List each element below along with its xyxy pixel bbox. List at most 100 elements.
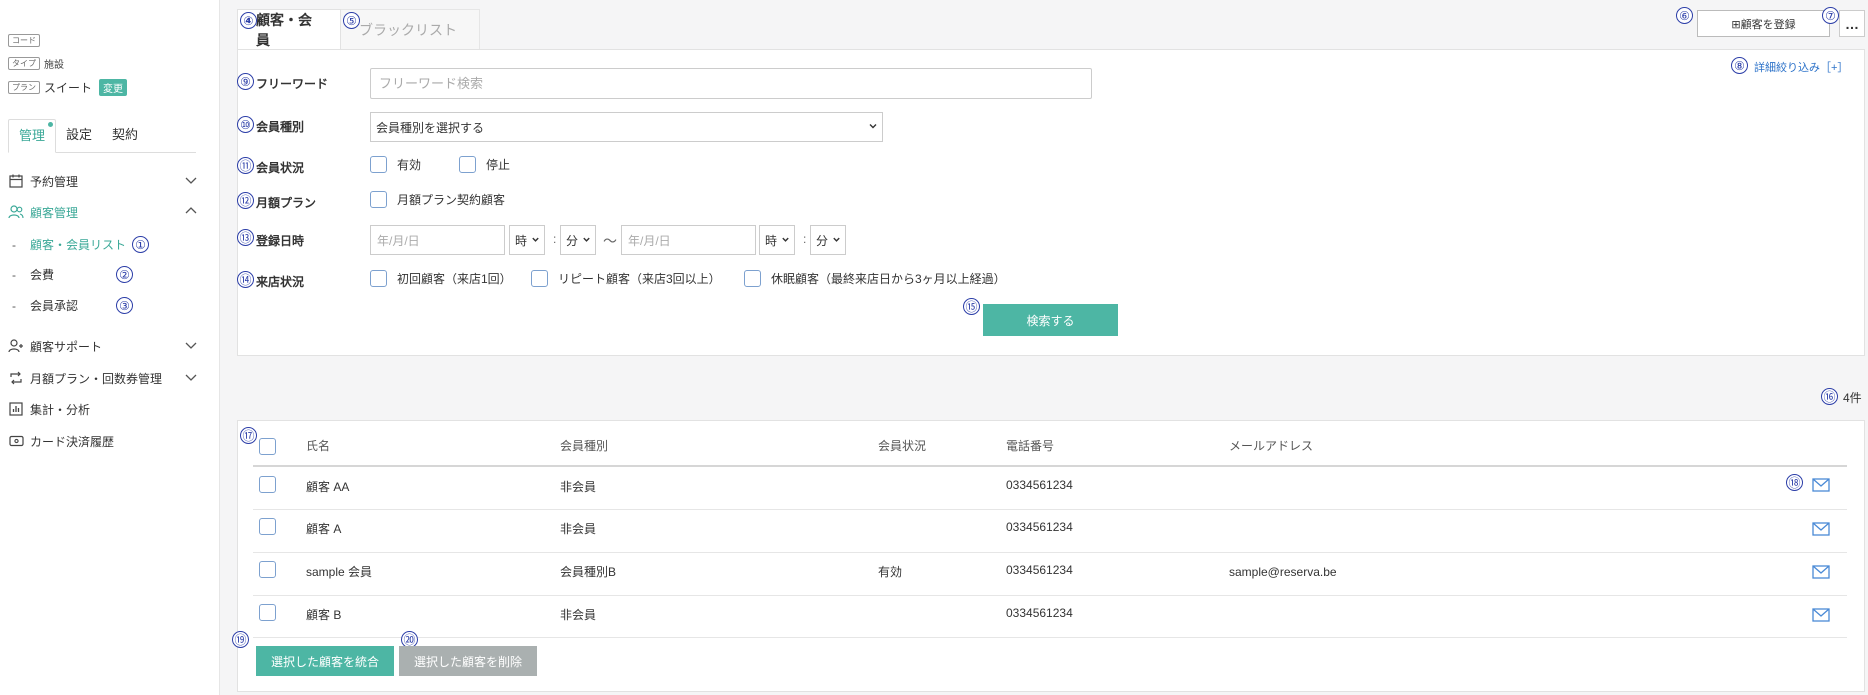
visit-repeat-option[interactable]: リピート顧客（来店3回以上） (531, 270, 721, 287)
plan-value: スイート (44, 81, 93, 95)
type-value: 施設 (44, 60, 64, 71)
marker-badge: ⑬ (237, 229, 254, 246)
row-name[interactable]: 顧客 A (306, 520, 341, 537)
mail-icon[interactable] (1812, 565, 1830, 582)
sidebar-item-label: 予約管理 (30, 174, 79, 189)
sidebar-tab-settings[interactable]: 設定 (56, 119, 102, 153)
row-phone: 0334561234 (1006, 478, 1073, 492)
marker-badge: ① (132, 236, 150, 253)
sidebar-item-card[interactable]: カード決済履歴 (8, 429, 198, 453)
minute-from-select[interactable]: 分 (560, 225, 596, 255)
sidebar-item-monthly[interactable]: 月額プラン・回数券管理 (8, 366, 198, 390)
date-to-input[interactable]: 年/月/日 (621, 225, 756, 255)
delete-selected-button[interactable]: 選択した顧客を削除 (399, 646, 537, 676)
option-label: 初回顧客（来店1回） (397, 272, 512, 286)
sidebar-item-stats[interactable]: 集計・分析 (8, 397, 198, 421)
minute-label: 分 (816, 233, 829, 248)
chevron-up-icon (184, 204, 198, 221)
more-menu-button[interactable]: … (1839, 10, 1865, 37)
sidebar-item-customer[interactable]: 顧客管理 (8, 200, 198, 224)
chevron-down-icon (832, 233, 841, 247)
type-row: タイプ 施設 (8, 56, 64, 71)
sidebar-subitem-approval[interactable]: - 会員承認 ③ (12, 297, 134, 314)
visit-repeat-checkbox[interactable] (531, 270, 548, 287)
member-type-select[interactable]: 会員種別を選択する (370, 112, 883, 142)
tab-label: ブラックリスト (359, 22, 457, 38)
sidebar-tab-manage[interactable]: 管理 (8, 119, 57, 153)
freeword-label: フリーワード (256, 77, 329, 91)
marker-badge: ⑧ (1731, 57, 1748, 74)
visit-dormant-checkbox[interactable] (744, 270, 761, 287)
mail-icon[interactable] (1812, 608, 1830, 625)
monthly-plan-checkbox[interactable] (370, 191, 387, 208)
marker-badge: ② (116, 266, 134, 283)
sidebar-subitem-fees[interactable]: - 会費 ② (12, 266, 134, 283)
mail-icon[interactable] (1812, 522, 1830, 539)
row-checkbox[interactable] (259, 476, 276, 493)
sidebar-tab-contract[interactable]: 契約 (102, 119, 148, 153)
code-row: コード (8, 34, 40, 47)
option-label: 有効 (397, 158, 422, 172)
sidebar-item-reservation[interactable]: 予約管理 (8, 169, 198, 193)
column-header-name: 氏名 (306, 439, 331, 453)
freeword-input[interactable] (370, 68, 1092, 99)
table-header-divider (253, 465, 1847, 467)
column-header-email: メールアドレス (1229, 439, 1314, 453)
row-divider (253, 552, 1847, 553)
chevron-down-icon (184, 173, 198, 190)
marker-badge: ⑰ (240, 427, 257, 444)
sidebar-subitem-customer-list[interactable]: - 顧客・会員リスト ① (12, 236, 150, 253)
marker-badge: ⑥ (1676, 7, 1693, 24)
minute-label: 分 (566, 233, 579, 248)
search-button[interactable]: 検索する (983, 304, 1118, 336)
marker-badge: ⑪ (237, 157, 254, 174)
visit-dormant-option[interactable]: 休眠顧客（最終来店日から3ヶ月以上経過） (744, 270, 1006, 287)
plan-change-button[interactable]: 変更 (99, 79, 128, 96)
hour-to-select[interactable]: 時 (759, 225, 795, 255)
register-customer-button[interactable]: ⊞顧客を登録 (1697, 10, 1830, 37)
registered-label: 登録日時 (256, 234, 305, 248)
select-all-checkbox[interactable] (259, 438, 276, 455)
tab-customers[interactable]: ④ 顧客・会員 (237, 9, 341, 50)
date-from-input[interactable]: 年/月/日 (370, 225, 505, 255)
sidebar-subitem-label: 会費 (30, 268, 55, 282)
merge-selected-button[interactable]: 選択した顧客を統合 (256, 646, 394, 676)
monthly-plan-option[interactable]: 月額プラン契約顧客 (370, 191, 505, 208)
row-checkbox[interactable] (259, 604, 276, 621)
row-email[interactable]: sample@reserva.be (1229, 565, 1337, 579)
user-plus-icon (8, 338, 24, 354)
row-name[interactable]: 顧客 AA (306, 478, 349, 495)
tab-blacklist[interactable]: ⑤ ブラックリスト (341, 9, 480, 50)
row-checkbox[interactable] (259, 518, 276, 535)
status-suspended-option[interactable]: 停止 (459, 156, 510, 173)
minute-to-select[interactable]: 分 (810, 225, 846, 255)
marker-badge: ⑱ (1786, 474, 1803, 491)
sidebar-subitem-label: 顧客・会員リスト (30, 238, 127, 252)
option-label: リピート顧客（来店3回以上） (558, 272, 721, 286)
marker-badge: ⑩ (237, 116, 254, 133)
hour-label: 時 (765, 233, 778, 248)
detail-filter-link[interactable]: 詳細絞り込み［+］ (1754, 59, 1848, 75)
row-name[interactable]: sample 会員 (306, 563, 372, 580)
row-name[interactable]: 顧客 B (306, 606, 341, 623)
mail-icon[interactable] (1812, 478, 1830, 495)
visit-first-checkbox[interactable] (370, 270, 387, 287)
row-divider (253, 509, 1847, 510)
sidebar-item-support[interactable]: 顧客サポート (8, 334, 198, 358)
row-checkbox[interactable] (259, 561, 276, 578)
row-type: 会員種別B (560, 565, 617, 579)
tab-label: 顧客・会員 (256, 12, 312, 48)
users-icon (8, 204, 24, 220)
visit-first-option[interactable]: 初回顧客（来店1回） (370, 270, 512, 287)
row-type: 非会員 (560, 608, 597, 622)
marker-badge: ⑦ (1822, 7, 1839, 24)
status-active-checkbox[interactable] (370, 156, 387, 173)
status-suspended-checkbox[interactable] (459, 156, 476, 173)
status-active-option[interactable]: 有効 (370, 156, 421, 173)
marker-badge: ③ (116, 297, 134, 314)
dash: - (12, 237, 16, 252)
main-tabs: ④ 顧客・会員 ⑤ ブラックリスト (237, 9, 480, 50)
row-phone: 0334561234 (1006, 520, 1073, 534)
hour-from-select[interactable]: 時 (509, 225, 545, 255)
chevron-down-icon (582, 233, 591, 247)
